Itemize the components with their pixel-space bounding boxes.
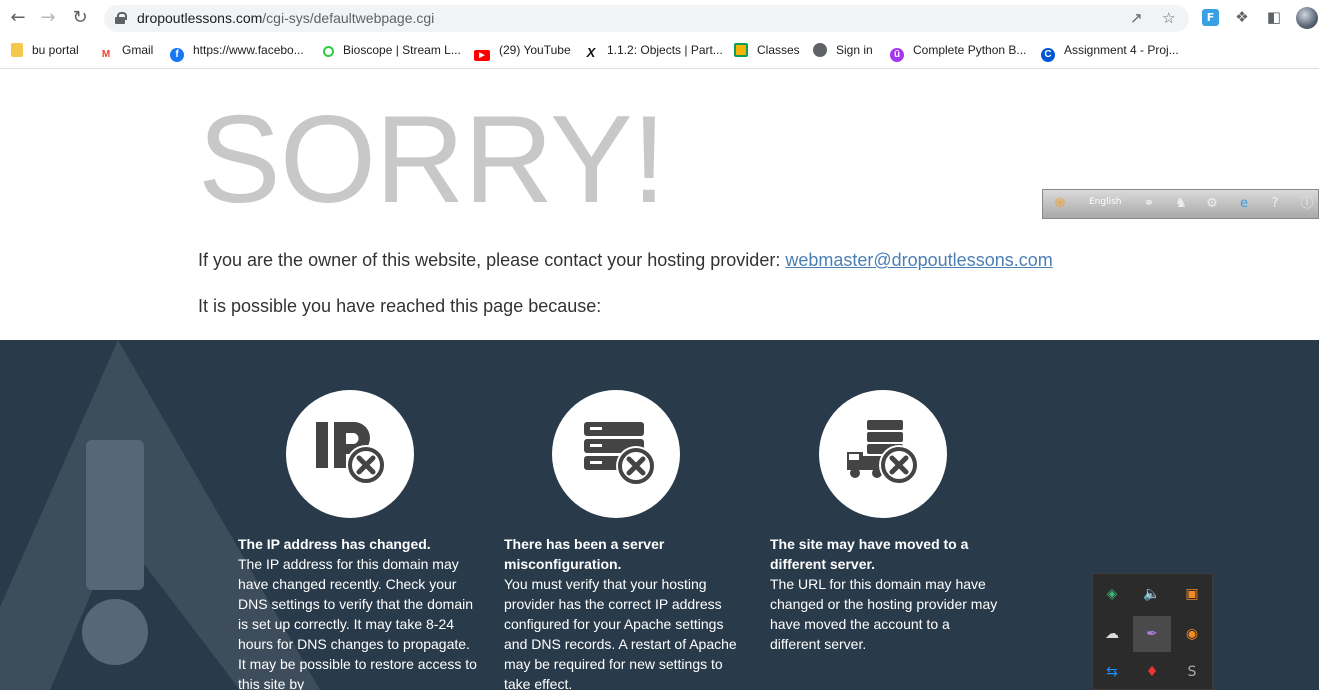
facebook-icon: f (170, 48, 184, 62)
reason-moved-server: The site may have moved to a different s… (770, 534, 1000, 654)
side-panel-icon[interactable]: ◧ (1264, 7, 1284, 27)
youtube-icon: ▶ (474, 50, 490, 61)
edge-update-icon[interactable]: ◈ (1093, 576, 1131, 612)
bookmark-bu-portal[interactable]: bu portal (11, 39, 79, 61)
keyboard-icon[interactable]: ⚭ (1141, 196, 1157, 212)
reason-body: The IP address for this domain may have … (238, 556, 477, 690)
anydesk-icon[interactable]: ♦ (1133, 654, 1171, 690)
help-icon[interactable]: ? (1267, 196, 1283, 212)
app-orange-icon[interactable]: ▣ (1173, 576, 1211, 612)
share-icon[interactable]: ↗ (1130, 9, 1143, 27)
bookmark-label: Classes (757, 43, 800, 57)
bookmark-bioscope[interactable]: Bioscope | Stream L... (323, 39, 461, 61)
ime-toolbar: ֎ English ⚭ ♞ ⚙ e ? ⓘ (1042, 189, 1319, 219)
ime-logo-icon[interactable]: ֎ (1052, 196, 1068, 212)
url-text[interactable]: dropoutlessons.com/cgi-sys/defaultwebpag… (137, 10, 434, 26)
reason-title: There has been a server misconfiguration… (504, 536, 665, 572)
reason-title: The IP address has changed. (238, 536, 431, 552)
address-bar[interactable]: dropoutlessons.com/cgi-sys/defaultwebpag… (104, 5, 1189, 32)
globe-icon (813, 43, 827, 57)
profile-avatar[interactable] (1296, 7, 1318, 29)
bookmark-classes[interactable]: Classes (734, 39, 800, 61)
internet-explorer-icon[interactable]: e (1236, 196, 1252, 212)
bookmark-label: (29) YouTube (499, 43, 571, 57)
back-arrow-icon[interactable]: ← (7, 7, 29, 29)
skype-icon[interactable]: S (1173, 654, 1211, 690)
owner-text: If you are the owner of this website, pl… (198, 250, 786, 270)
url-path: /cgi-sys/defaultwebpage.cgi (262, 10, 435, 26)
app-error-icon[interactable]: ◉ (1173, 616, 1211, 652)
gmail-icon: M (99, 48, 113, 62)
teamviewer-icon[interactable]: ⇆ (1093, 654, 1131, 690)
reason-title: The site may have moved to a different s… (770, 536, 969, 572)
gear-icon[interactable]: ⚙ (1204, 196, 1220, 212)
owner-message: If you are the owner of this website, pl… (198, 250, 1053, 271)
page-title: SORRY! (198, 91, 666, 229)
feather-icon[interactable]: ✒ (1133, 616, 1171, 652)
bookmark-label: https://www.facebo... (193, 43, 304, 57)
forward-arrow-icon[interactable]: → (37, 7, 59, 29)
extensions-puzzle-icon[interactable]: ❖ (1232, 7, 1252, 27)
folder-icon (11, 43, 23, 57)
lock-icon[interactable] (115, 12, 127, 24)
bookmark-youtube[interactable]: ▶ (29) YouTube (474, 39, 571, 61)
moved-server-icon (819, 390, 947, 518)
reason-body: You must verify that your hosting provid… (504, 576, 737, 690)
ime-language-selector[interactable]: English (1089, 197, 1122, 207)
reason-ip-changed: The IP address has changed. The IP addre… (238, 534, 478, 690)
bookmark-coursera[interactable]: C Assignment 4 - Proj... (1041, 39, 1179, 62)
info-icon[interactable]: ⓘ (1299, 196, 1315, 212)
page-content: SORRY! If you are the owner of this webs… (0, 70, 1319, 690)
browser-chrome: ← → ↻ dropoutlessons.com/cgi-sys/default… (0, 0, 1319, 69)
bioscope-icon (323, 46, 334, 57)
reason-body: The URL for this domain may have changed… (770, 576, 998, 652)
url-domain: dropoutlessons.com (137, 10, 263, 26)
webmaster-email-link[interactable]: webmaster@dropoutlessons.com (785, 250, 1052, 270)
bookmark-label: Gmail (122, 43, 154, 57)
system-tray-popup: ◈ 🔈 ▣ ☁ ✒ ◉ ⇆ ♦ S (1092, 573, 1213, 690)
bookmark-facebook[interactable]: f https://www.facebo... (170, 39, 304, 62)
bookmark-label: bu portal (32, 43, 79, 57)
classroom-icon (734, 43, 748, 57)
coursera-icon: C (1041, 48, 1055, 62)
bookmark-gmail[interactable]: M Gmail (99, 39, 154, 62)
bookmark-udemy[interactable]: ū Complete Python B... (890, 39, 1027, 62)
ip-error-icon (286, 390, 414, 518)
reasons-section: The IP address has changed. The IP addre… (0, 340, 1319, 690)
udemy-icon: ū (890, 48, 904, 62)
bookmark-label: Sign in (836, 43, 873, 57)
onedrive-cloud-icon[interactable]: ☁ (1093, 616, 1131, 652)
bookmark-label: Complete Python B... (913, 43, 1027, 57)
bookmark-label: Assignment 4 - Proj... (1064, 43, 1179, 57)
reload-icon[interactable]: ↻ (69, 7, 91, 29)
bookmark-label: Bioscope | Stream L... (343, 43, 461, 57)
extension-f-icon[interactable]: F (1202, 9, 1219, 26)
edx-icon: X (584, 46, 598, 60)
volume-icon[interactable]: 🔈 (1133, 576, 1171, 612)
reason-intro: It is possible you have reached this pag… (198, 296, 602, 316)
bookmark-label: 1.1.2: Objects | Part... (607, 43, 723, 57)
rabbit-icon[interactable]: ♞ (1173, 196, 1189, 212)
bookmark-sign-in[interactable]: Sign in (813, 39, 873, 61)
reason-server-misconfiguration: There has been a server misconfiguration… (504, 534, 744, 690)
bookmark-star-icon[interactable]: ☆ (1162, 9, 1175, 27)
bookmark-edx[interactable]: X 1.1.2: Objects | Part... (584, 39, 723, 61)
server-error-icon (552, 390, 680, 518)
